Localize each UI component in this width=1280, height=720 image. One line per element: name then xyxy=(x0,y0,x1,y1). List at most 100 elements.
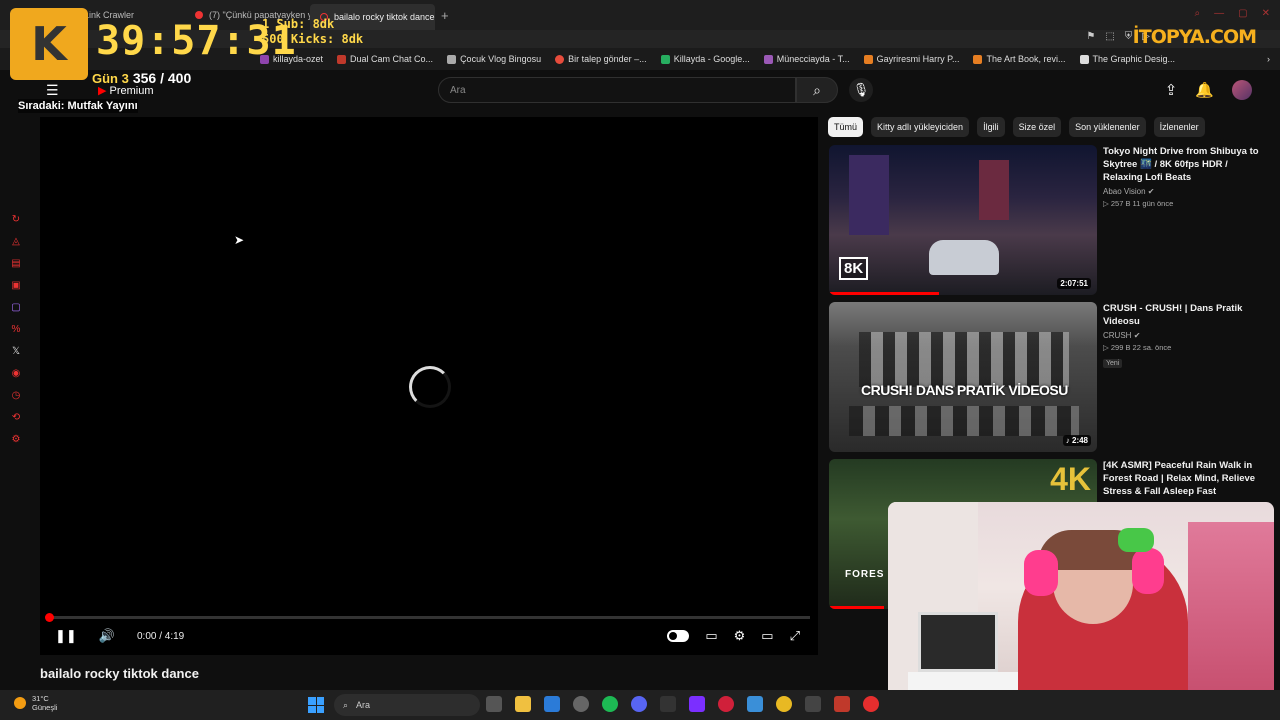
time-display: 0:00 / 4:19 xyxy=(136,630,185,642)
new-tab-button[interactable]: + xyxy=(441,8,449,23)
video-thumbnail[interactable]: CRUSH! DANS PRATİK VİDEOSU ♪ 2:48 xyxy=(829,302,1097,452)
thumbnail-text: CRUSH! DANS PRATİK VİDEOSU xyxy=(861,382,1068,398)
volume-icon[interactable]: 🔊 xyxy=(99,628,115,644)
app-icon[interactable] xyxy=(834,696,850,712)
bookmark-item[interactable]: Killayda - Google... xyxy=(660,54,750,64)
chrome-icon[interactable] xyxy=(776,696,792,712)
twitch-icon[interactable]: ▢ xyxy=(10,302,22,313)
filter-chips: Tümü Kitty adlı yükleyiciden İlgili Size… xyxy=(828,117,1205,137)
chip-related[interactable]: İlgili xyxy=(977,117,1005,137)
google-drive-icon xyxy=(660,54,670,64)
app-icon[interactable] xyxy=(689,696,705,712)
bookmark-favicon-icon xyxy=(973,54,983,64)
app-icon[interactable] xyxy=(863,696,879,712)
bookmark-item[interactable]: Bir talep gönder –... xyxy=(555,54,647,64)
loading-spinner-icon xyxy=(409,366,451,408)
video-thumbnail[interactable]: 8K 2:07:51 xyxy=(829,145,1097,295)
x-icon[interactable]: 𝕏 xyxy=(10,346,22,357)
chip-recently-uploaded[interactable]: Son yüklenenler xyxy=(1069,117,1146,137)
theater-mode-icon[interactable]: ▭ xyxy=(761,628,773,644)
shop-icon[interactable]: ◬ xyxy=(10,236,22,247)
search-button[interactable]: ⌕ xyxy=(796,77,838,103)
app-icon[interactable] xyxy=(660,696,676,712)
task-view-icon[interactable] xyxy=(486,696,502,712)
bookmark-item[interactable]: Çocuk Vlog Bingosu xyxy=(447,54,541,64)
autoplay-toggle[interactable] xyxy=(667,630,690,642)
bookmark-item[interactable]: Dual Cam Chat Co... xyxy=(337,54,433,64)
chip-for-you[interactable]: Size özel xyxy=(1012,117,1062,137)
bookmark-label: Münecciayda - T... xyxy=(776,54,850,64)
recommendation-item[interactable]: CRUSH! DANS PRATİK VİDEOSU ♪ 2:48 CRUSH … xyxy=(829,302,1269,452)
weather-widget[interactable]: 31°C Güneşli xyxy=(14,694,57,712)
sub-line: 1 Sub: 8dk xyxy=(262,17,335,31)
taskbar-search[interactable]: ⌕ Ara xyxy=(334,694,480,716)
video-title[interactable]: [4K ASMR] Peaceful Rain Walk in Forest R… xyxy=(1103,459,1265,498)
clock-icon[interactable]: ◷ xyxy=(10,390,22,401)
more-bookmarks-icon[interactable]: › xyxy=(1267,54,1270,64)
media-icon[interactable]: ▣ xyxy=(10,280,22,291)
file-explorer-icon[interactable] xyxy=(515,696,531,712)
subtitles-icon[interactable]: ▭ xyxy=(705,628,717,644)
spotify-icon[interactable] xyxy=(602,696,618,712)
maximize-button[interactable]: ▢ xyxy=(1238,8,1247,19)
windows-start-icon[interactable] xyxy=(308,697,324,713)
notepad-icon[interactable] xyxy=(747,696,763,712)
scrubber-handle[interactable] xyxy=(45,613,54,622)
bookmark-item[interactable]: The Graphic Desig... xyxy=(1079,54,1175,64)
document-icon xyxy=(447,54,457,64)
chip-from-uploader[interactable]: Kitty adlı yükleyiciden xyxy=(871,117,970,137)
minimize-button[interactable]: — xyxy=(1214,8,1224,19)
history-icon[interactable]: ↻ xyxy=(10,214,22,225)
gear-icon[interactable]: ⚙ xyxy=(734,628,746,644)
channel-name[interactable]: Abao Vision ✔ xyxy=(1103,187,1265,196)
app-icon[interactable] xyxy=(573,696,589,712)
video-title[interactable]: Tokyo Night Drive from Shibuya to Skytre… xyxy=(1103,145,1265,184)
bookmark-item[interactable]: Münecciayda - T... xyxy=(763,54,850,64)
player-controls-right: ▭ ⚙ ▭ ⤢ xyxy=(667,628,800,644)
share-icon[interactable]: ⟲ xyxy=(10,412,22,423)
opera-icon[interactable] xyxy=(718,696,734,712)
search-tabs-icon[interactable]: ⌕ xyxy=(1195,8,1201,19)
voice-search-button[interactable]: 🎙 xyxy=(849,78,873,102)
app-icon[interactable] xyxy=(544,696,560,712)
twitch-icon xyxy=(763,54,773,64)
avatar[interactable] xyxy=(1232,80,1252,100)
bell-icon[interactable]: 🔔 xyxy=(1195,81,1214,99)
taskbar-search-label: Ara xyxy=(356,700,371,710)
bookmark-item[interactable]: Gayriresmi Harry P... xyxy=(863,54,959,64)
video-duration: ♪ 2:48 xyxy=(1062,435,1091,446)
search-input[interactable]: Ara xyxy=(438,77,796,103)
video-info: CRUSH - CRUSH! | Dans Pratik Videosu CRU… xyxy=(1103,302,1265,370)
video-title[interactable]: CRUSH - CRUSH! | Dans Pratik Videosu xyxy=(1103,302,1265,328)
video-player[interactable]: ❚❚ 🔊 0:00 / 4:19 ▭ ⚙ ▭ ⤢ xyxy=(40,117,818,655)
settings-icon[interactable]: ⚙ xyxy=(10,434,22,445)
upload-icon[interactable]: ⇪ xyxy=(1165,81,1178,99)
shield-icon[interactable]: ⛨ xyxy=(1125,31,1133,42)
discord-icon[interactable] xyxy=(631,696,647,712)
video-meta: ▷ 257 B 11 gün önce xyxy=(1103,199,1174,208)
record-icon[interactable]: ◉ xyxy=(10,368,22,379)
weather-condition: Güneşli xyxy=(32,703,58,712)
bookmark-label: Çocuk Vlog Bingosu xyxy=(460,54,542,64)
chip-all[interactable]: Tümü xyxy=(828,117,864,137)
bookmark-item[interactable]: The Art Book, revi... xyxy=(973,54,1066,64)
webcam-overlay xyxy=(888,502,1274,716)
chat-icon[interactable]: ▤ xyxy=(10,258,22,269)
watch-progress-bar xyxy=(829,292,939,295)
video-info: [4K ASMR] Peaceful Rain Walk in Forest R… xyxy=(1103,459,1265,498)
percent-icon[interactable]: % xyxy=(10,324,22,335)
pause-icon[interactable]: ❚❚ xyxy=(55,628,77,644)
recommendation-item[interactable]: 8K 2:07:51 Tokyo Night Drive from Shibuy… xyxy=(829,145,1269,295)
menu-icon[interactable]: ☰ xyxy=(46,82,59,99)
screenshot-icon[interactable]: ⬚ xyxy=(1105,31,1114,42)
channel-name[interactable]: CRUSH ✔ xyxy=(1103,331,1265,340)
fullscreen-icon[interactable]: ⤢ xyxy=(790,628,800,644)
resolution-badge: 8K xyxy=(839,257,869,280)
bookmark-icon[interactable]: ⚑ xyxy=(1086,31,1095,42)
app-icon[interactable] xyxy=(805,696,821,712)
progress-bar[interactable] xyxy=(48,616,810,619)
video-title: bailalo rocky tiktok dance xyxy=(40,666,199,681)
chip-watched[interactable]: İzlenenler xyxy=(1153,117,1205,137)
close-button[interactable]: ✕ xyxy=(1262,8,1270,19)
premium-label: ▶ Premium xyxy=(98,85,154,97)
